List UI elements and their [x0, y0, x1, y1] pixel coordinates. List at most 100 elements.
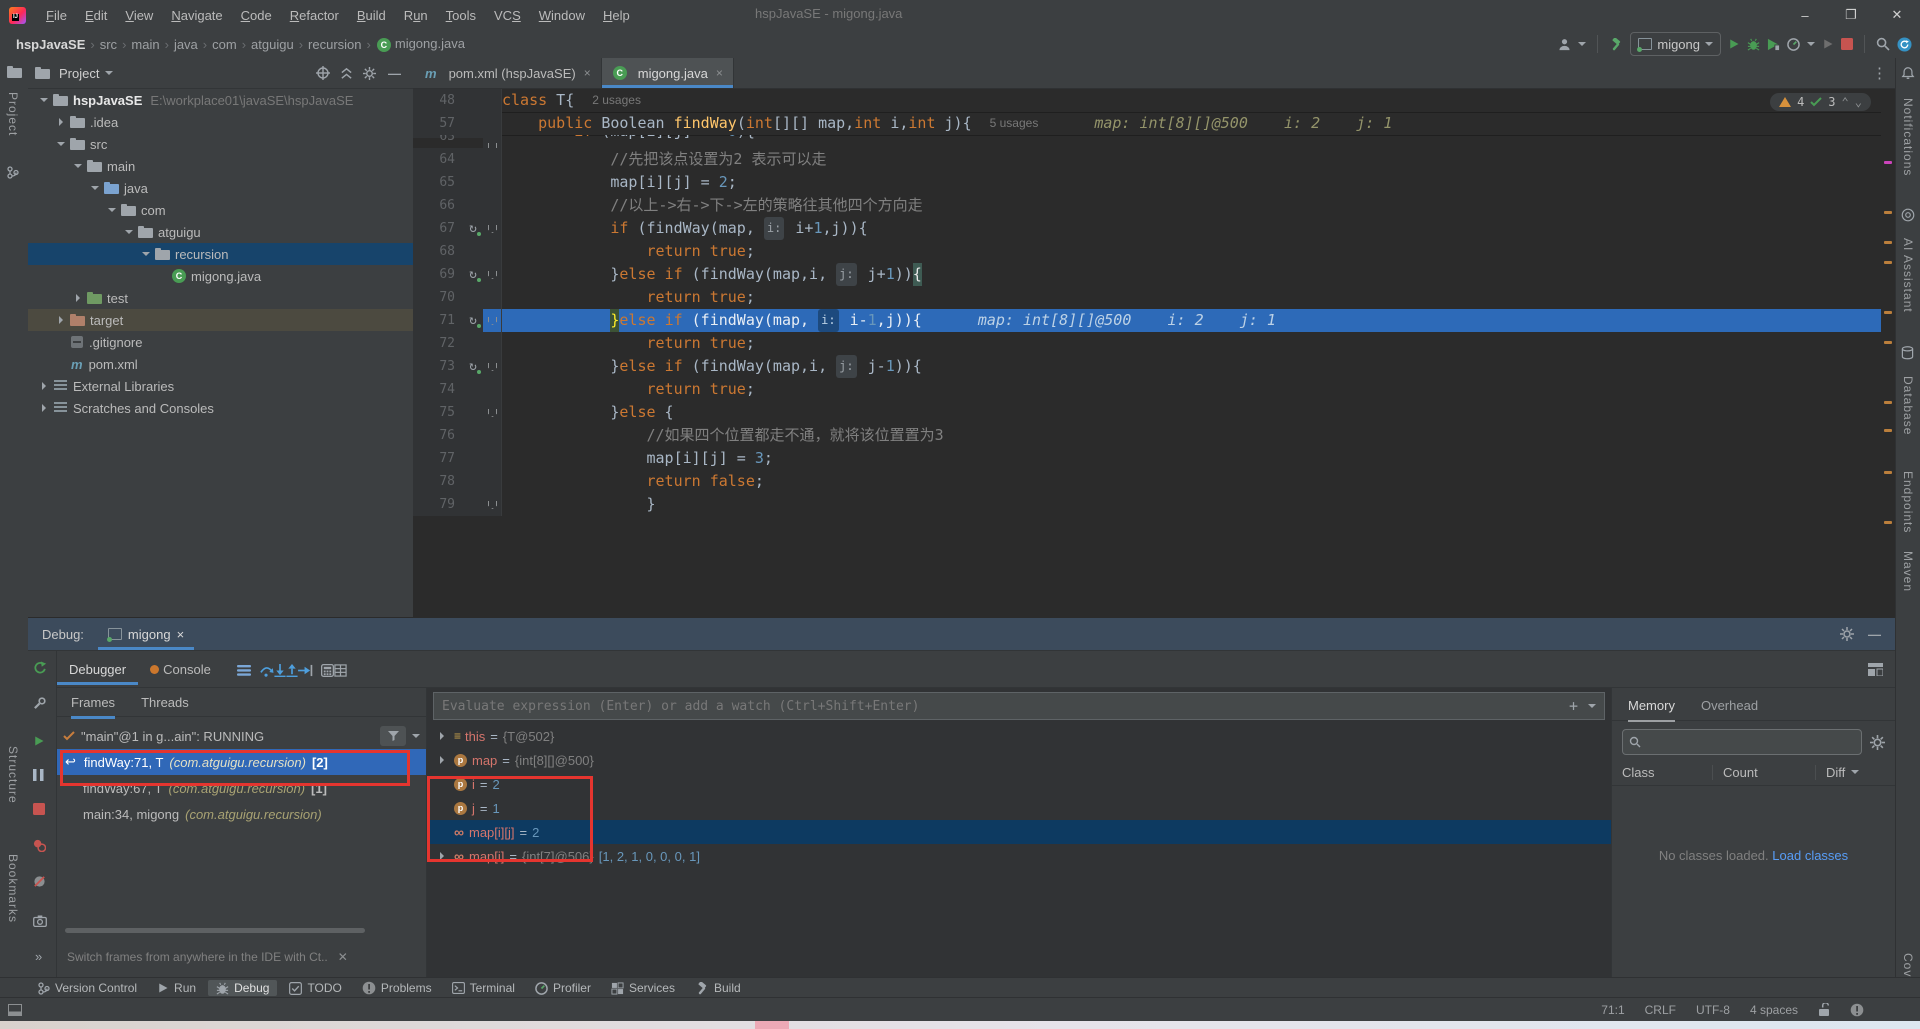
tab-console[interactable]: Console [138, 654, 223, 685]
menu-code[interactable]: Code [233, 5, 280, 26]
error-stripe-mark[interactable] [1884, 429, 1892, 432]
toolwindow-button-version-control[interactable]: Version Control [30, 980, 145, 996]
code-line-74[interactable]: 74 return true; [413, 378, 1895, 401]
menu-run[interactable]: Run [396, 5, 436, 26]
hide-panel-icon[interactable]: — [388, 66, 401, 81]
menu-window[interactable]: Window [531, 5, 593, 26]
stripe-endpoints[interactable]: Endpoints [1901, 471, 1915, 533]
fold-marker[interactable] [483, 470, 502, 493]
close-tab-icon[interactable]: × [716, 66, 723, 80]
code-line-65[interactable]: 65 map[i][j] = 2; [413, 171, 1895, 194]
stripe-notifications[interactable]: Notifications [1901, 98, 1915, 176]
fold-marker[interactable] [483, 309, 502, 332]
event-log-icon[interactable] [1850, 1003, 1864, 1017]
tree-item-src[interactable]: src [28, 133, 413, 155]
gutter-icon-slot[interactable] [463, 332, 483, 355]
add-watch-icon[interactable]: + [1569, 697, 1578, 715]
variable-row-map[interactable]: pmap = {int[8][]@500} [427, 748, 1611, 772]
notifications-icon[interactable] [1901, 66, 1915, 80]
view-breakpoints-icon[interactable] [33, 839, 46, 852]
gutter-icon-slot[interactable] [463, 171, 483, 194]
error-stripe-mark[interactable] [1884, 401, 1892, 404]
line-number[interactable]: 48 [413, 89, 463, 112]
line-number[interactable]: 65 [413, 171, 463, 194]
tree-item-scratches-and-consoles[interactable]: Scratches and Consoles [28, 397, 413, 419]
toolwindow-button-run[interactable]: Run [149, 980, 204, 996]
status-utf-8[interactable]: UTF-8 [1696, 1003, 1730, 1017]
debug-settings-gear-icon[interactable] [1840, 627, 1854, 641]
panel-settings-gear-icon[interactable] [363, 67, 376, 80]
menu-file[interactable]: File [38, 5, 75, 26]
gutter-icon-slot[interactable] [463, 401, 483, 424]
thread-selector[interactable]: "main"@1 in g...ain": RUNNING [57, 723, 426, 749]
code-line-72[interactable]: 72 return true; [413, 332, 1895, 355]
usages-hint[interactable]: 5 usages [990, 112, 1039, 135]
step-into-icon[interactable] [274, 664, 286, 677]
usages-hint[interactable]: 2 usages [592, 89, 641, 112]
breadcrumb-item-com[interactable]: com [212, 37, 237, 52]
fold-marker[interactable] [483, 355, 502, 378]
breadcrumb-item-atguigu[interactable]: atguigu [251, 37, 294, 52]
close-button[interactable]: ✕ [1874, 0, 1920, 30]
code-editor[interactable]: 48class T{2 usages57 public Boolean find… [413, 89, 1895, 618]
line-number[interactable]: 66 [413, 194, 463, 217]
frame-row[interactable]: main:34, migong(com.atguigu.recursion) [57, 801, 426, 827]
tool-window-toggle-icon[interactable] [8, 1004, 22, 1016]
evaluate-expression-icon[interactable] [321, 664, 334, 677]
tree-item--gitignore[interactable]: .gitignore [28, 331, 413, 353]
error-stripe-mark[interactable] [1884, 471, 1892, 474]
breadcrumb-item-java[interactable]: java [174, 37, 198, 52]
close-tab-icon[interactable]: × [584, 66, 591, 80]
variable-row-j[interactable]: pj = 1 [427, 796, 1611, 820]
status-4-spaces[interactable]: 4 spaces [1750, 1003, 1798, 1017]
close-session-icon[interactable]: × [177, 627, 185, 642]
menu-navigate[interactable]: Navigate [163, 5, 230, 26]
line-number[interactable]: 75 [413, 401, 463, 424]
error-stripe-mark[interactable] [1884, 211, 1892, 214]
thread-dump-camera-icon[interactable] [33, 915, 47, 927]
gutter-icon-slot[interactable] [463, 493, 483, 516]
gutter-icon-slot[interactable] [463, 447, 483, 470]
column-count[interactable]: Count [1712, 765, 1815, 780]
fold-marker[interactable] [483, 148, 502, 171]
hint-close-icon[interactable]: ✕ [338, 950, 348, 964]
evaluate-expression-input[interactable]: Evaluate expression (Enter) or add a wat… [433, 692, 1605, 720]
fold-marker[interactable] [483, 112, 502, 135]
menu-help[interactable]: Help [595, 5, 638, 26]
fold-marker[interactable] [483, 263, 502, 286]
frame-row[interactable]: ↩findWay:71, T(com.atguigu.recursion)[2] [57, 749, 426, 775]
commit-stripe-icon[interactable] [7, 166, 19, 179]
lock-open-icon[interactable] [1818, 1003, 1830, 1017]
stripe-project[interactable]: Project [6, 92, 20, 136]
error-stripe-mark[interactable] [1884, 341, 1892, 344]
minimize-button[interactable]: – [1782, 0, 1828, 30]
memory-settings-gear-icon[interactable] [1870, 735, 1885, 750]
step-out-icon[interactable] [286, 664, 298, 677]
ai-assistant-icon[interactable] [1901, 208, 1915, 222]
stop-icon[interactable] [1841, 38, 1853, 50]
gutter-icon-slot[interactable] [463, 148, 483, 171]
code-line-78[interactable]: 78 return false; [413, 470, 1895, 493]
menu-view[interactable]: View [117, 5, 161, 26]
code-line-67[interactable]: 67↻ if (findWay(map, i: i+1,j)){ [413, 217, 1895, 240]
tree-item-migong-java[interactable]: Cmigong.java [28, 265, 413, 287]
gutter-icon-slot[interactable] [463, 470, 483, 493]
run-disabled-icon[interactable] [1822, 38, 1834, 50]
line-number[interactable]: 71 [413, 309, 463, 332]
resume-icon[interactable] [33, 735, 45, 747]
debug-session-tab[interactable]: migong × [98, 619, 194, 650]
stripe-bookmarks[interactable]: Bookmarks [6, 854, 20, 923]
more-actions-icon[interactable]: » [35, 949, 42, 964]
fold-marker[interactable] [483, 493, 502, 516]
frame-row[interactable]: findWay:67, T(com.atguigu.recursion)[1] [57, 775, 426, 801]
error-stripe[interactable] [1881, 89, 1895, 618]
project-dropdown-icon[interactable] [105, 71, 113, 75]
thread-filter-icon[interactable] [380, 726, 406, 746]
menu-refactor[interactable]: Refactor [282, 5, 347, 26]
line-number[interactable]: 67 [413, 217, 463, 240]
code-line-64[interactable]: 64 //先把该点设置为2 表示可以走 [413, 148, 1895, 171]
breadcrumb-item-main[interactable]: main [131, 37, 159, 52]
tree-item-com[interactable]: com [28, 199, 413, 221]
line-number[interactable]: 79 [413, 493, 463, 516]
code-line-68[interactable]: 68 return true; [413, 240, 1895, 263]
